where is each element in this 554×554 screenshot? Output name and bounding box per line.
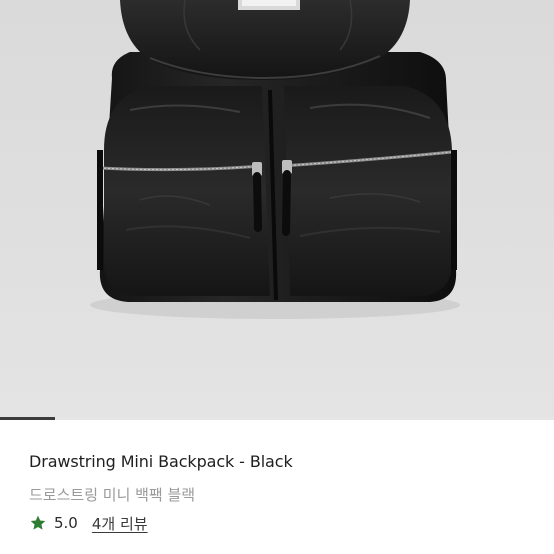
product-title: Drawstring Mini Backpack - Black (29, 452, 293, 471)
rating-value: 5.0 (54, 514, 78, 532)
carousel-progress-fill (0, 417, 55, 420)
star-icon (30, 515, 46, 530)
rating-row: 5.0 4개 리뷰 (29, 512, 148, 534)
product-subtitle: 드로스트링 미니 백팩 블랙 (29, 486, 196, 504)
carousel-progress-bar (0, 417, 554, 420)
backpack-illustration (90, 0, 460, 319)
product-image[interactable] (0, 0, 554, 420)
product-info: Drawstring Mini Backpack - Black 드로스트링 미… (0, 421, 554, 554)
review-count-link[interactable]: 4개 리뷰 (92, 513, 148, 534)
